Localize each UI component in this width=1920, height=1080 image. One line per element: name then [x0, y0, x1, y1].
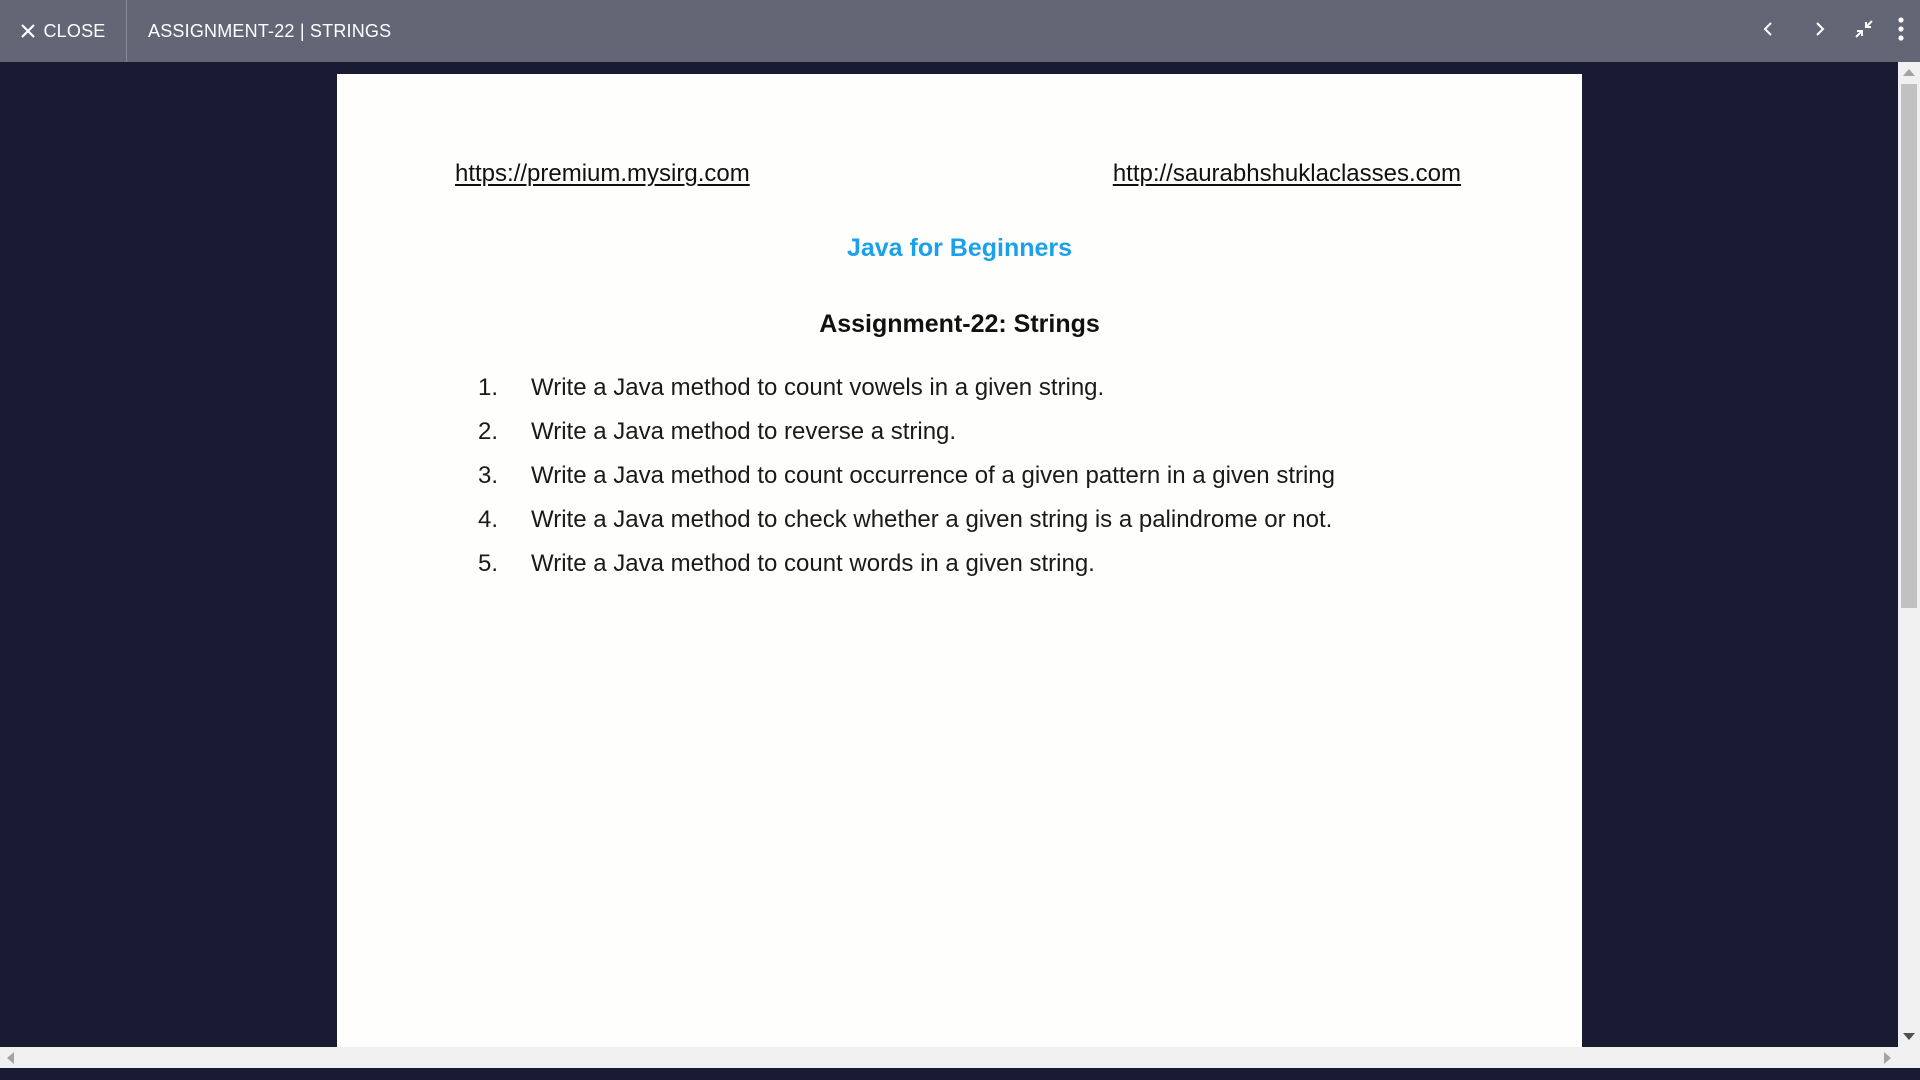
scroll-up-arrow-icon[interactable] — [1903, 69, 1915, 76]
scrollbar-corner — [1898, 1047, 1920, 1068]
vertical-scrollbar-thumb[interactable] — [1901, 84, 1917, 608]
list-item-text: Write a Java method to count words in a … — [531, 550, 1095, 577]
question-list: 1. Write a Java method to count vowels i… — [478, 366, 1335, 586]
list-item-number: 5. — [478, 550, 499, 577]
next-button[interactable] — [1794, 0, 1846, 62]
list-item-text: Write a Java method to count occurrence … — [531, 462, 1335, 489]
list-item: 3. Write a Java method to count occurren… — [478, 454, 1335, 498]
toolbar-actions — [1742, 0, 1920, 62]
bottom-strip — [0, 1068, 1920, 1080]
assignment-title: Assignment-22: Strings — [819, 310, 1100, 338]
previous-button[interactable] — [1742, 0, 1794, 62]
close-icon — [20, 23, 36, 39]
chevron-right-icon — [1813, 21, 1827, 42]
exit-fullscreen-button[interactable] — [1846, 0, 1882, 62]
scroll-right-arrow-icon[interactable] — [1884, 1052, 1891, 1064]
link-saurabhshuklaclasses[interactable]: http://saurabhshuklaclasses.com — [1113, 160, 1461, 188]
list-item-number: 3. — [478, 462, 499, 489]
vertical-scrollbar[interactable] — [1898, 62, 1920, 1047]
list-item-number: 1. — [478, 374, 499, 401]
list-item: 1. Write a Java method to count vowels i… — [478, 366, 1335, 410]
close-button-label: CLOSE — [43, 20, 106, 41]
scroll-left-arrow-icon[interactable] — [7, 1052, 14, 1064]
close-button[interactable]: CLOSE — [0, 0, 127, 62]
list-item: 2. Write a Java method to reverse a stri… — [478, 410, 1335, 454]
document-title: ASSIGNMENT-22 | STRINGS — [148, 20, 392, 41]
viewer-toolbar: CLOSE ASSIGNMENT-22 | STRINGS — [0, 0, 1920, 62]
list-item-number: 4. — [478, 506, 499, 533]
list-item-number: 2. — [478, 418, 499, 445]
exit-fullscreen-icon — [1852, 17, 1876, 46]
list-item: 4. Write a Java method to check whether … — [478, 498, 1335, 542]
horizontal-scrollbar[interactable] — [0, 1047, 1898, 1068]
list-item: 5. Write a Java method to count words in… — [478, 542, 1335, 586]
more-vertical-icon — [1897, 16, 1905, 47]
list-item-text: Write a Java method to count vowels in a… — [531, 374, 1105, 401]
more-options-button[interactable] — [1882, 0, 1920, 62]
list-item-text: Write a Java method to reverse a string. — [531, 418, 957, 445]
link-premium-mysirg[interactable]: https://premium.mysirg.com — [455, 160, 750, 188]
document-page: https://premium.mysirg.com http://saurab… — [337, 74, 1582, 1047]
scroll-down-arrow-icon[interactable] — [1903, 1033, 1915, 1040]
course-title: Java for Beginners — [846, 234, 1073, 262]
chevron-left-icon — [1761, 21, 1775, 42]
list-item-text: Write a Java method to check whether a g… — [531, 506, 1333, 533]
document-viewer[interactable]: https://premium.mysirg.com http://saurab… — [0, 62, 1898, 1047]
